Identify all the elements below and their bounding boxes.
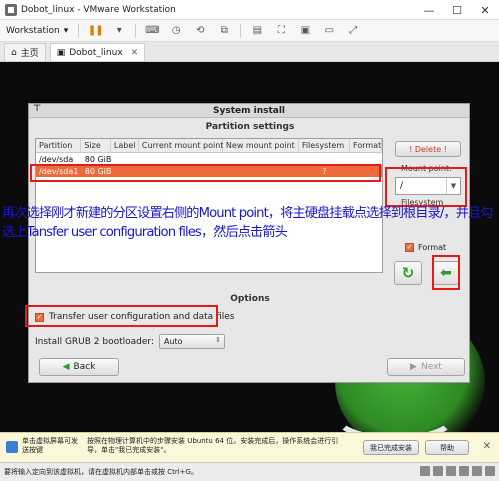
revert-icon[interactable]: ⟲ [192, 23, 208, 39]
install-hint-bar: 单击虚拟屏幕可发送按键 按照在物理计算机中的步骤安装 Ubuntu 64 位。安… [0, 432, 499, 462]
back-button[interactable]: ◀ Back [39, 358, 119, 376]
pause-dropdown-icon[interactable]: ▾ [111, 23, 127, 39]
options-heading: Options [230, 294, 270, 304]
column-current-mount[interactable]: Current mount point [139, 139, 223, 152]
harddisk-icon[interactable] [420, 466, 430, 476]
pin-icon[interactable]: ⊤ [33, 104, 41, 114]
window-titlebar: Dobot_linux - VMware Workstation — ☐ ✕ [0, 0, 499, 20]
arrow-right-icon: ▶ [410, 362, 417, 372]
arrow-left-icon: ◀ [62, 362, 70, 372]
unity-icon[interactable]: ▣ [297, 23, 313, 39]
close-icon[interactable]: ✕ [483, 441, 491, 452]
hint-middle-text: 按照在物理计算机中的步骤安装 Ubuntu 64 位。安装完成后，操作系统会进行… [87, 437, 339, 454]
format-checkbox[interactable]: ✓ Format [405, 243, 446, 252]
done-install-button[interactable]: 我已完成安装 [363, 440, 419, 455]
grub-label: Install GRUB 2 bootloader: [35, 336, 154, 347]
send-keys-icon[interactable]: ⌨ [144, 23, 160, 39]
column-new-mount[interactable]: New mount point [223, 139, 299, 152]
column-filesystem[interactable]: Filesystem [299, 139, 351, 152]
status-text: 要将输入定向到该虚拟机，请在虚拟机内部单击或按 Ctrl+G。 [4, 468, 198, 476]
console-icon[interactable]: ▭ [321, 23, 337, 39]
chevron-down-icon: ▾ [63, 25, 69, 36]
toolbar-divider [240, 23, 242, 38]
system-install-dialog: ⊤ System install Partition settings Part… [28, 103, 470, 383]
vmware-app-icon [5, 3, 17, 16]
highlight-mount-point [385, 167, 467, 207]
maximize-button[interactable]: ☐ [443, 0, 471, 20]
info-icon [6, 441, 18, 453]
column-size[interactable]: Size [81, 139, 111, 152]
highlight-selected-partition [30, 164, 381, 182]
manage-snapshots-icon[interactable]: ⧉ [216, 23, 232, 39]
highlight-transfer-checkbox [25, 305, 218, 327]
instruction-annotation: 再次选择刚才新建的分区设置右侧的Mount point，将主硬盘挂载点选择到根目… [2, 206, 493, 240]
help-button[interactable]: 帮助 [425, 440, 469, 455]
grub-option: Install GRUB 2 bootloader: Auto ⇕ [35, 334, 225, 349]
next-button[interactable]: ▶ Next [387, 358, 465, 376]
check-icon[interactable]: ✓ [405, 243, 414, 252]
stretch-icon[interactable]: ⤢ [345, 23, 361, 39]
toolbar-divider [78, 23, 80, 38]
column-format[interactable]: Format [350, 139, 382, 152]
close-button[interactable]: ✕ [471, 0, 499, 20]
vm-icon: ▣ [56, 47, 66, 58]
workstation-menu-label: Workstation [6, 25, 60, 36]
refresh-icon: ↻ [401, 264, 415, 282]
tab-close-icon[interactable]: ✕ [131, 48, 139, 58]
column-partition[interactable]: Partition [36, 139, 82, 152]
tab-home-label: 主页 [20, 49, 39, 59]
column-label[interactable]: Label [111, 139, 139, 152]
tab-home[interactable]: ⌂ 主页 [4, 43, 46, 61]
grub-value: Auto [164, 337, 183, 346]
window-title: Dobot_linux - VMware Workstation [21, 4, 176, 15]
workstation-menu[interactable]: Workstation ▾ [0, 26, 74, 36]
usb-icon[interactable] [459, 466, 469, 476]
library-icon[interactable]: ▤ [249, 23, 265, 39]
display-icon[interactable] [485, 466, 495, 476]
delete-button[interactable]: ! Delete ! [395, 141, 461, 157]
main-toolbar: Workstation ▾ ❚❚ ▾ ⌨ ◷ ⟲ ⧉ ▤ ⛶ ▣ ▭ ⤢ [0, 20, 499, 42]
refresh-button[interactable]: ↻ [394, 261, 422, 285]
fullscreen-icon[interactable]: ⛶ [273, 23, 289, 39]
sound-icon[interactable] [472, 466, 482, 476]
dialog-title: System install [212, 105, 286, 116]
dialog-titlebar: ⊤ System install [29, 104, 469, 118]
home-icon: ⌂ [11, 47, 17, 58]
window-controls: — ☐ ✕ [415, 0, 499, 20]
snapshot-icon[interactable]: ◷ [168, 23, 184, 39]
next-label: Next [420, 362, 442, 372]
cdrom-icon[interactable] [433, 466, 443, 476]
tab-dobot-linux[interactable]: ▣ Dobot_linux ✕ [49, 43, 146, 61]
hint-left-text: 单击虚拟屏幕可发送按键 [22, 437, 78, 454]
back-label: Back [73, 362, 96, 372]
toolbar-divider [135, 23, 137, 38]
pause-icon[interactable]: ❚❚ [87, 23, 104, 39]
table-header: Partition Size Label Current mount point… [36, 139, 382, 153]
minimize-button[interactable]: — [415, 0, 443, 20]
format-label: Format [418, 243, 447, 252]
partition-settings-heading: Partition settings [205, 122, 295, 132]
tab-bar: ⌂ 主页 ▣ Dobot_linux ✕ [0, 42, 499, 62]
tab-dobot-linux-label: Dobot_linux [69, 47, 123, 58]
network-icon[interactable] [446, 466, 456, 476]
grub-combobox[interactable]: Auto ⇕ [159, 334, 225, 349]
highlight-arrow-button [432, 255, 460, 290]
chevron-updown-icon: ⇕ [215, 336, 221, 344]
device-icons [420, 466, 495, 476]
status-bar: 要将输入定向到该虚拟机，请在虚拟机内部单击或按 Ctrl+G。 [0, 462, 499, 481]
